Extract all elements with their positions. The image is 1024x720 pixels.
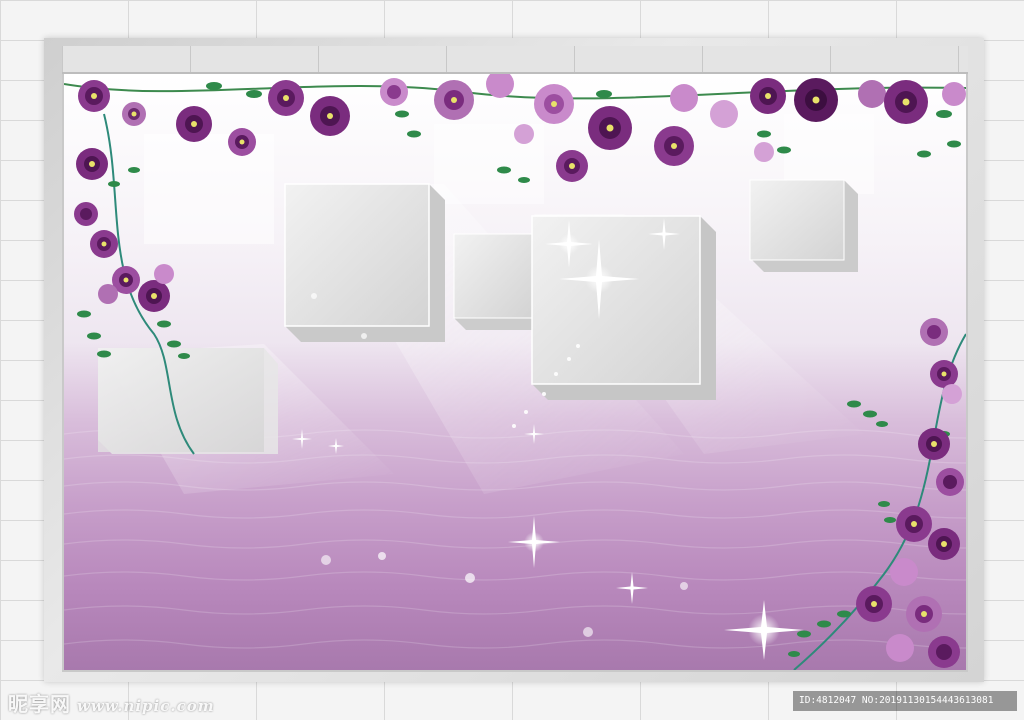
image-id-strip: ID:4812047 NO:20191130154443613081 [793, 691, 1017, 711]
purple-floral-mural [64, 74, 966, 670]
mural-artwork [64, 74, 966, 670]
watermark-site-url: www.nipic.com [77, 697, 215, 715]
mural-scene: 昵享网 www.nipic.com ID:4812047 NO:201911301… [0, 0, 1024, 720]
frame-top-tiles [62, 46, 968, 74]
right-corner-flowers [788, 318, 966, 670]
site-watermark: 昵享网 www.nipic.com [8, 688, 215, 717]
watermark-logo-text: 昵享网 [8, 692, 71, 716]
